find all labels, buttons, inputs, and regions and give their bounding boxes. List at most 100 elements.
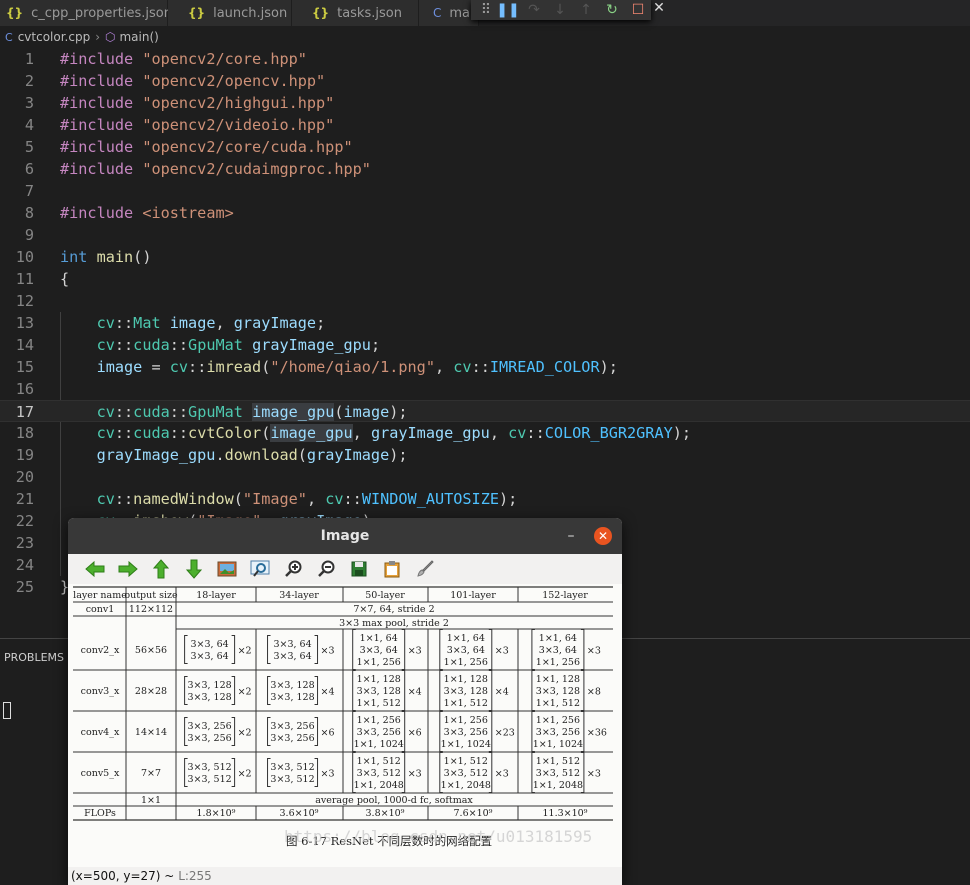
block-line: 1×1, 64 xyxy=(447,633,485,644)
block-multiplier: ×8 xyxy=(587,687,601,698)
block-line: 3×3, 128 xyxy=(536,686,580,697)
output-size: 7×7 xyxy=(141,768,161,779)
minimize-button[interactable]: – xyxy=(565,518,577,554)
block-line: 3×3, 512 xyxy=(444,768,488,779)
block-line: 3×3, 64 xyxy=(273,651,311,662)
block-line: 3×3, 256 xyxy=(187,721,231,732)
flops-value: 3.8×10⁹ xyxy=(366,808,405,819)
tab-label: tasks.json xyxy=(337,5,402,21)
tab-tasks[interactable]: {} tasks.json xyxy=(292,0,419,26)
restart-icon[interactable]: ↻ xyxy=(599,2,625,18)
tab-label: launch.json xyxy=(213,5,288,21)
block-multiplier: ×3 xyxy=(495,769,509,780)
output-size: 112×112 xyxy=(129,604,173,615)
line-number: 16 xyxy=(15,380,34,398)
block-multiplier: ×3 xyxy=(321,646,335,657)
zoom-out-icon xyxy=(317,560,334,577)
code-line: 21 cv::namedWindow("Image", cv::WINDOW_A… xyxy=(0,488,970,510)
code-line: 15 image = cv::imread("/home/qiao/1.png"… xyxy=(0,356,970,378)
block-multiplier: ×6 xyxy=(408,728,422,739)
code-line: 9 xyxy=(0,224,970,246)
close-tab-icon[interactable]: ✕ xyxy=(651,0,667,18)
displayed-image[interactable]: layer name output size 18-layer 34-layer… xyxy=(68,584,622,867)
output-size: 14×14 xyxy=(135,727,167,738)
block-line: 3×3, 256 xyxy=(357,727,401,738)
properties-button[interactable] xyxy=(408,557,441,581)
line-number: 20 xyxy=(15,468,34,486)
tab-main[interactable]: Cma xyxy=(419,0,479,26)
zoom-original-button[interactable] xyxy=(243,557,276,581)
line-number: 18 xyxy=(15,424,34,442)
copy-button[interactable] xyxy=(375,557,408,581)
line-number: 5 xyxy=(24,138,34,156)
step-out-icon[interactable]: ↑ xyxy=(573,2,599,18)
image-status-bar: (x=500, y=27) ~ L:255 xyxy=(68,867,622,885)
pan-left-button[interactable] xyxy=(78,557,111,581)
tab-c-cpp-properties[interactable]: {} c_cpp_properties.json xyxy=(0,0,172,26)
arrow-left-icon xyxy=(84,561,104,577)
block-line: 3×3, 128 xyxy=(357,686,401,697)
block-line: 3×3, 64 xyxy=(273,639,311,650)
block-line: 3×3, 512 xyxy=(270,774,314,785)
block-line: 3×3, 64 xyxy=(360,645,398,656)
block-multiplier: ×3 xyxy=(587,646,601,657)
table-header: 34-layer xyxy=(279,590,319,601)
block-line: 1×1, 2048 xyxy=(441,780,491,791)
zoom-out-button[interactable] xyxy=(309,557,342,581)
breadcrumb-file[interactable]: cvtcolor.cpp xyxy=(18,30,91,44)
block-line: 1×1, 256 xyxy=(357,715,401,726)
current-code-line: 17 cv::cuda::GpuMat image_gpu(image); xyxy=(0,400,970,422)
step-over-icon[interactable]: ↷ xyxy=(521,2,547,18)
clipboard-icon xyxy=(384,561,399,578)
pan-up-button[interactable] xyxy=(144,557,177,581)
line-number: 12 xyxy=(15,292,34,310)
pause-icon[interactable]: ❚❚ xyxy=(495,2,521,18)
tab-launch[interactable]: {} launch.json xyxy=(168,0,292,26)
pan-down-button[interactable] xyxy=(177,557,210,581)
table-header: layer name xyxy=(73,590,127,601)
layer-spec: average pool, 1000-d fc, softmax xyxy=(315,795,473,806)
output-size: 28×28 xyxy=(135,686,167,697)
block-line: 3×3, 64 xyxy=(191,639,229,650)
output-size: 1×1 xyxy=(141,795,161,806)
brush-icon xyxy=(416,560,434,577)
block-line: 3×3, 64 xyxy=(447,645,485,656)
block-line: 1×1, 2048 xyxy=(354,780,404,791)
debug-toolbar: ⠿ ❚❚ ↷ ↓ ↑ ↻ ☐ xyxy=(471,0,651,20)
block-line: 1×1, 64 xyxy=(360,633,398,644)
block-line: 3×3, 512 xyxy=(536,768,580,779)
table-header: 50-layer xyxy=(365,590,405,601)
save-button[interactable] xyxy=(342,557,375,581)
breadcrumb: C cvtcolor.cpp › ⬡ main() xyxy=(0,26,970,48)
block-multiplier: ×2 xyxy=(238,728,252,739)
line-number: 10 xyxy=(15,248,34,266)
code-line: 10 int main() xyxy=(0,246,970,268)
layer-name: FLOPs xyxy=(84,808,116,819)
code-line: 14 cv::cuda::GpuMat grayImage_gpu; xyxy=(0,334,970,356)
step-into-icon[interactable]: ↓ xyxy=(547,2,573,18)
block-multiplier: ×23 xyxy=(495,728,515,739)
layer-name: conv4_x xyxy=(81,727,120,738)
block-multiplier: ×3 xyxy=(321,769,335,780)
block-multiplier: ×3 xyxy=(408,646,422,657)
block-line: 1×1, 1024 xyxy=(354,739,404,750)
block-multiplier: ×2 xyxy=(238,769,252,780)
image-window-titlebar[interactable]: Image – ✕ xyxy=(68,518,622,554)
block-line: 3×3, 512 xyxy=(187,762,231,773)
close-button[interactable]: ✕ xyxy=(594,527,612,545)
breadcrumb-symbol[interactable]: main() xyxy=(119,30,158,44)
line-number: 13 xyxy=(15,314,34,332)
block-line: 1×1, 2048 xyxy=(533,780,583,791)
zoom-to-fit-button[interactable] xyxy=(210,557,243,581)
panel-tab-problems[interactable]: PROBLEMS xyxy=(4,651,64,664)
arrow-down-icon xyxy=(185,559,202,579)
cpp-file-icon: C xyxy=(5,30,13,44)
drag-handle-icon[interactable]: ⠿ xyxy=(477,2,495,18)
zoom-in-button[interactable] xyxy=(276,557,309,581)
block-multiplier: ×36 xyxy=(587,728,607,739)
layer-name: conv1 xyxy=(86,604,115,615)
layer-spec: 3×3 max pool, stride 2 xyxy=(339,618,449,629)
stop-icon[interactable]: ☐ xyxy=(625,2,651,18)
pan-right-button[interactable] xyxy=(111,557,144,581)
code-line: 11{ xyxy=(0,268,970,290)
